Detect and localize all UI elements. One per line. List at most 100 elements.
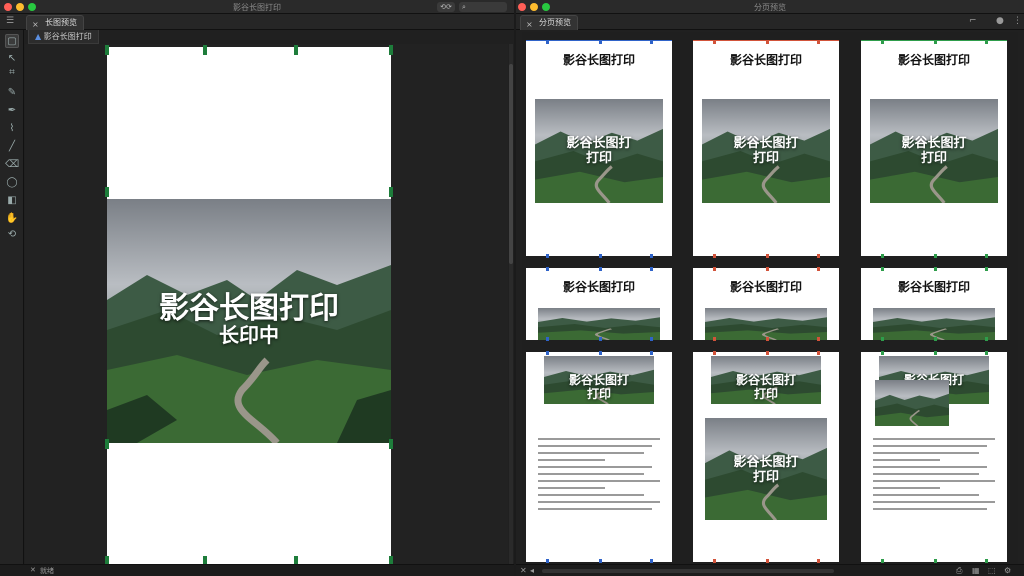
close-tab-icon[interactable]: × xyxy=(526,18,533,32)
page-thumbnail[interactable]: 影谷长图打印 xyxy=(526,267,672,341)
crop-handle[interactable] xyxy=(105,45,109,55)
crop-handle[interactable] xyxy=(294,45,298,55)
crop-tool-icon[interactable]: ⌗ xyxy=(5,66,19,80)
fill-tool-icon[interactable]: ◧ xyxy=(5,194,19,208)
thumbnail-photo-subtitle: 打印 xyxy=(920,151,947,167)
canvas-area[interactable]: 影谷长图打印 长印中 xyxy=(25,44,508,566)
text-line xyxy=(873,494,979,496)
brush-tool-icon[interactable]: ⌇ xyxy=(5,122,19,136)
user-icon[interactable]: ● xyxy=(996,16,1004,26)
text-line xyxy=(538,452,644,454)
thumbnail-photo: 影谷长图打打印 xyxy=(535,99,663,203)
thumbnail-photo-subtitle: 打印 xyxy=(752,151,779,167)
thumbnail-photo xyxy=(705,308,827,340)
pen-tool-icon[interactable]: ✒ xyxy=(5,104,19,118)
registration-mark xyxy=(934,267,937,271)
registration-mark xyxy=(934,254,937,258)
square-select-tool-icon[interactable]: ▢ xyxy=(5,34,19,48)
thumbnail-title: 影谷长图打印 xyxy=(562,53,635,67)
crop-handle[interactable] xyxy=(389,439,393,449)
vertical-scrollbar[interactable] xyxy=(509,44,513,564)
thumbnail-photo: 影谷长图打打印 xyxy=(711,356,821,404)
text-line xyxy=(538,459,606,461)
thumbnail-photo-subtitle: 打印 xyxy=(586,387,611,402)
registration-mark xyxy=(766,337,769,341)
page-thumbnail[interactable]: 影谷长图打打印 xyxy=(861,351,1007,563)
registration-mark xyxy=(650,559,653,563)
long-image-page[interactable]: 影谷长图打印 长印中 xyxy=(105,45,393,566)
poster-subtitle: 长印中 xyxy=(219,323,279,347)
registration-mark xyxy=(546,40,549,44)
registration-mark xyxy=(881,40,884,44)
page-thumbnail[interactable]: 影谷长图打印 影谷长图打 打印 xyxy=(861,40,1007,258)
registration-mark xyxy=(881,559,884,563)
thumbnail-photo xyxy=(538,308,660,340)
tool-palette: ▢ ↖ ⌗ ✎ ✒ ⌇ ╱ ⌫ ◯ ◧ ✋ ⟲ xyxy=(0,30,24,564)
print-icon[interactable]: ⎙ xyxy=(956,566,962,576)
registration-mark xyxy=(985,559,988,563)
registration-mark xyxy=(546,559,549,563)
grid-view-icon[interactable]: ▦ xyxy=(972,566,980,575)
crop-handle[interactable] xyxy=(105,187,109,197)
registration-mark xyxy=(599,40,602,44)
ellipse-tool-icon[interactable]: ◯ xyxy=(5,176,19,190)
tab-preview[interactable]: × 长图预览 xyxy=(26,15,84,30)
registration-mark xyxy=(985,267,988,271)
arrow-tool-icon[interactable]: ↖ xyxy=(5,52,19,66)
page-thumbnail[interactable]: 影谷长图打印 影谷长图打 打印 xyxy=(693,40,839,258)
menu-icon[interactable]: ☰ xyxy=(6,16,14,26)
export-icon[interactable]: ⬚ xyxy=(988,566,996,575)
registration-mark xyxy=(817,40,820,44)
registration-mark xyxy=(650,337,653,341)
line-tool-icon[interactable]: ╱ xyxy=(5,140,19,154)
registration-mark xyxy=(934,40,937,44)
text-line xyxy=(538,508,652,510)
crop-handle[interactable] xyxy=(203,45,207,55)
settings-icon[interactable]: ⚙ xyxy=(1004,566,1011,575)
page-thumbnail[interactable]: 影谷长图打打印 xyxy=(526,351,672,563)
tab-page-preview[interactable]: × 分页预览 xyxy=(520,15,578,30)
registration-mark xyxy=(934,337,937,341)
text-line xyxy=(873,466,987,468)
thumbnail-title: 影谷长图打印 xyxy=(897,53,970,67)
tab-bar: × 分页预览 ⌐ ● ⋮ xyxy=(516,14,1024,30)
registration-mark xyxy=(713,40,716,44)
registration-mark xyxy=(599,337,602,341)
window-title: 分页预览 xyxy=(754,3,786,12)
thumbnail-title: 影谷长图打印 xyxy=(729,280,802,294)
thumbnail-photo xyxy=(875,380,949,426)
scrollbar-thumb[interactable] xyxy=(509,64,513,264)
rotate-tool-icon[interactable]: ⟲ xyxy=(5,228,19,242)
page-thumbnail[interactable]: 影谷长图打印 xyxy=(861,267,1007,341)
search-field[interactable]: ⌕ xyxy=(459,2,507,12)
more-icon[interactable]: ⋮ xyxy=(1013,16,1022,26)
share-icon[interactable]: ⌐ xyxy=(969,16,977,26)
eraser-tool-icon[interactable]: ⌫ xyxy=(5,158,19,172)
hand-tool-icon[interactable]: ✋ xyxy=(5,212,19,226)
page-thumbnail[interactable]: 影谷长图打印影谷长图打 打印 xyxy=(526,40,672,258)
eyedropper-tool-icon[interactable]: ✎ xyxy=(5,86,19,100)
editor-window: 影谷长图打印 ⟲⟳ ⌕ ☰ × 长图预览 ▢ ↖ ⌗ ✎ ✒ ⌇ ╱ ⌫ ◯ ◧… xyxy=(0,0,514,576)
document-subtab-label: 影谷长图打印 xyxy=(43,32,92,41)
search-icon: ⌕ xyxy=(462,3,466,11)
crop-handle[interactable] xyxy=(389,45,393,55)
scroll-left-icon[interactable]: ◂ xyxy=(530,566,534,575)
crop-handle[interactable] xyxy=(389,187,393,197)
text-line xyxy=(873,480,995,482)
sync-toggle-button[interactable]: ⟲⟳ xyxy=(437,2,455,12)
text-line xyxy=(538,438,660,440)
text-line xyxy=(538,501,660,503)
thumbnail-photo: 影谷长图打打印 xyxy=(705,418,827,520)
page-thumbnail[interactable]: 影谷长图打 打印 影谷长图打 打印 xyxy=(693,351,839,563)
text-line xyxy=(873,459,941,461)
crop-handle[interactable] xyxy=(105,439,109,449)
thumbnail-title: 影谷长图打印 xyxy=(897,280,970,294)
document-subtab[interactable]: ▲ 影谷长图打印 xyxy=(28,30,99,44)
tab-label: 长图预览 xyxy=(45,18,77,27)
pointer-icon: ✕ xyxy=(520,566,527,575)
horizontal-scrollbar[interactable] xyxy=(542,569,834,573)
page-thumbnail[interactable]: 影谷长图打印 xyxy=(693,267,839,341)
registration-mark xyxy=(599,254,602,258)
registration-mark xyxy=(817,351,820,355)
registration-mark xyxy=(713,267,716,271)
